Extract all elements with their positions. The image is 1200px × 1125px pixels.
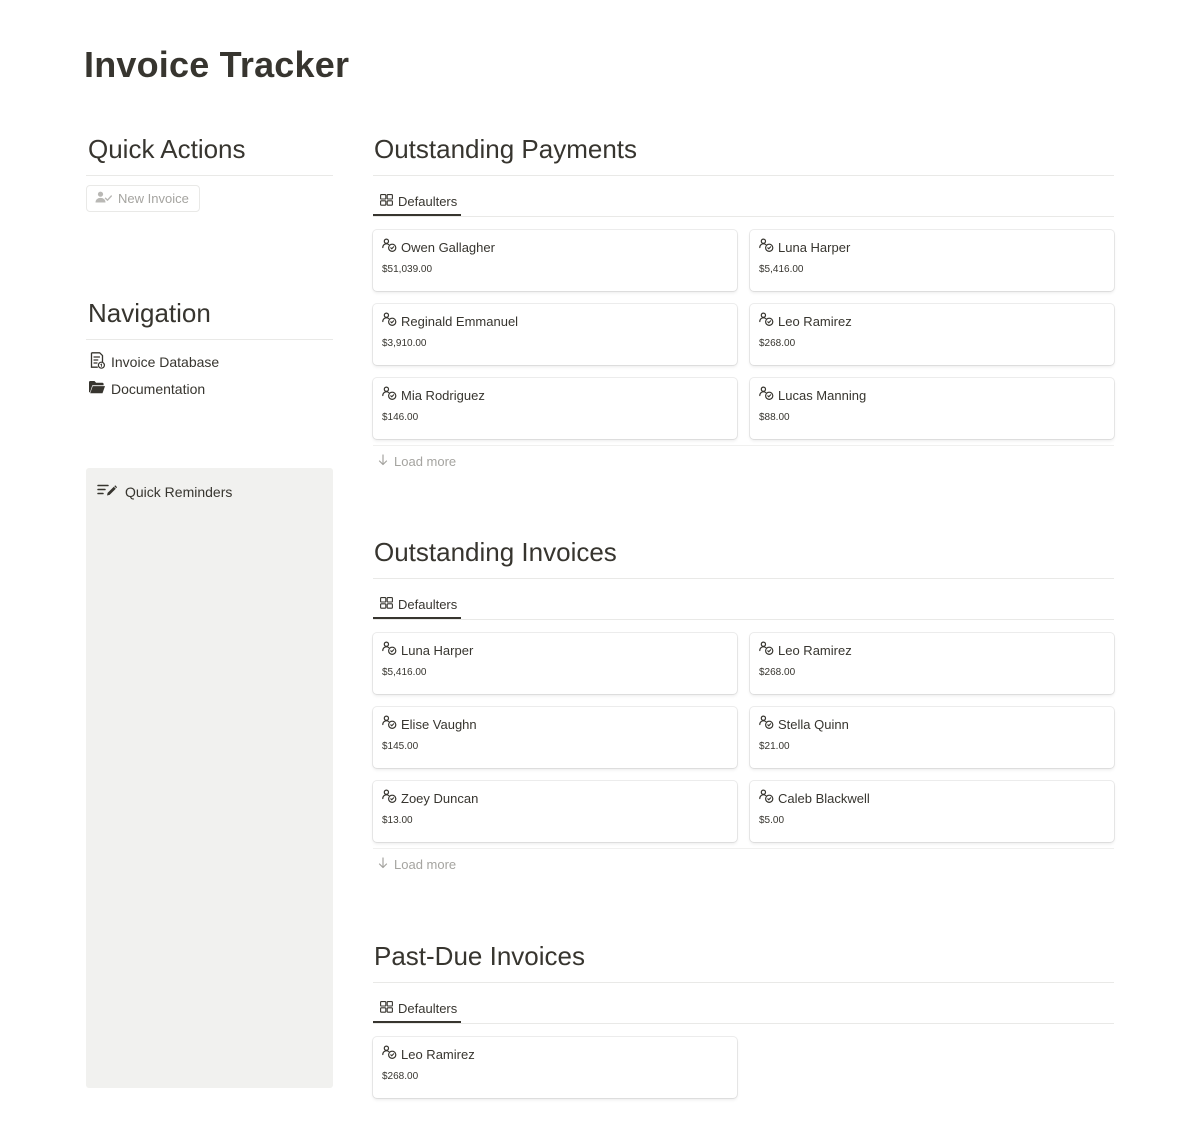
client-name: Leo Ramirez xyxy=(401,1046,475,1062)
amount-value: $5.00 xyxy=(759,815,785,826)
navigation-block: Navigation Invoice Database Documentatio… xyxy=(86,298,333,402)
client-name: Mia Rodriguez xyxy=(401,387,485,403)
client-name: Luna Harper xyxy=(778,239,851,255)
quick-actions-block: Quick Actions New Invoice xyxy=(86,134,333,212)
client-name: Lucas Manning xyxy=(778,387,867,403)
amount-value: $51,039.00 xyxy=(382,264,433,275)
client-card[interactable]: Reginald Emmanuel $3,910.00 xyxy=(373,304,737,365)
quick-reminders-callout: Quick Reminders xyxy=(86,468,333,1088)
client-card[interactable]: Zoey Duncan $13.00 xyxy=(373,781,737,842)
section-heading: Outstanding Payments xyxy=(373,134,1114,176)
tab-label: Defaulters xyxy=(398,596,458,612)
client-icon xyxy=(759,312,774,330)
client-name: Reginald Emmanuel xyxy=(401,313,519,329)
nav-item-label: Documentation xyxy=(111,380,206,397)
nav-item-documentation[interactable]: Documentation xyxy=(86,375,333,402)
navigation-list: Invoice Database Documentation xyxy=(86,348,333,402)
nav-item-label: Invoice Database xyxy=(111,353,220,370)
section-heading: Past-Due Invoices xyxy=(373,941,1114,983)
navigation-heading: Navigation xyxy=(86,298,333,340)
nav-item-invoice-database[interactable]: Invoice Database xyxy=(86,348,333,375)
amount-value: $3,910.00 xyxy=(382,338,427,349)
client-card[interactable]: Luna Harper $5,416.00 xyxy=(750,230,1114,291)
client-card[interactable]: Leo Ramirez $268.00 xyxy=(750,304,1114,365)
view-tabs: Defaulters xyxy=(373,983,1114,1024)
client-name: Zoey Duncan xyxy=(401,790,479,806)
new-invoice-label: New Invoice xyxy=(118,191,189,206)
page-title: Invoice Tracker xyxy=(84,44,350,85)
client-name: Leo Ramirez xyxy=(778,313,852,329)
client-name: Caleb Blackwell xyxy=(778,790,870,806)
person-check-icon xyxy=(95,191,112,206)
quick-reminders-header: Quick Reminders xyxy=(86,468,333,500)
tab-defaulters[interactable]: Defaulters xyxy=(373,995,461,1023)
load-more-button[interactable]: Load more xyxy=(373,445,1114,477)
client-icon xyxy=(759,641,774,659)
client-card[interactable]: Leo Ramirez $268.00 xyxy=(373,1037,737,1098)
client-name: Stella Quinn xyxy=(778,716,849,732)
quick-actions-heading: Quick Actions xyxy=(86,134,333,176)
load-more-button[interactable]: Load more xyxy=(373,848,1114,880)
amount-value: $145.00 xyxy=(382,741,419,752)
arrow-down-icon xyxy=(378,454,388,469)
amount-value: $268.00 xyxy=(759,667,796,678)
card-gallery: Luna Harper $5,416.00 Leo Ramirez $268.00 … xyxy=(373,633,1114,842)
client-icon xyxy=(382,715,397,733)
card-gallery: Owen Gallagher $51,039.00 Luna Harper $5,4… xyxy=(373,230,1114,439)
amount-value: $268.00 xyxy=(759,338,796,349)
client-icon xyxy=(759,715,774,733)
amount-value: $21.00 xyxy=(759,741,790,752)
client-icon xyxy=(759,386,774,404)
load-more-label: Load more xyxy=(394,857,457,872)
client-name: Elise Vaughn xyxy=(401,716,477,732)
outstanding-invoices-section: Outstanding Invoices Defaulters Luna Har… xyxy=(373,537,1114,880)
amount-value: $146.00 xyxy=(382,412,419,423)
amount-value: $88.00 xyxy=(759,412,790,423)
client-card[interactable]: Owen Gallagher $51,039.00 xyxy=(373,230,737,291)
left-column: Quick Actions New Invoice Navigation Inv… xyxy=(86,134,333,402)
client-card[interactable]: Elise Vaughn $145.00 xyxy=(373,707,737,768)
client-card[interactable]: Caleb Blackwell $5.00 xyxy=(750,781,1114,842)
client-icon xyxy=(382,789,397,807)
tab-defaulters[interactable]: Defaulters xyxy=(373,188,461,216)
gallery-grid-icon xyxy=(380,1000,393,1016)
quick-reminders-label: Quick Reminders xyxy=(125,483,233,500)
tab-defaulters[interactable]: Defaulters xyxy=(373,591,461,619)
new-invoice-button[interactable]: New Invoice xyxy=(86,185,200,212)
client-card[interactable]: Mia Rodriguez $146.00 xyxy=(373,378,737,439)
view-tabs: Defaulters xyxy=(373,176,1114,217)
tab-label: Defaulters xyxy=(398,193,458,209)
amount-value: $13.00 xyxy=(382,815,413,826)
load-more-label: Load more xyxy=(394,454,457,469)
client-name: Owen Gallagher xyxy=(401,239,495,255)
client-card[interactable]: Leo Ramirez $268.00 xyxy=(750,633,1114,694)
tab-label: Defaulters xyxy=(398,1000,458,1016)
gallery-grid-icon xyxy=(380,193,393,209)
card-gallery: Leo Ramirez $268.00 xyxy=(373,1037,1114,1098)
section-heading: Outstanding Invoices xyxy=(373,537,1114,579)
arrow-down-icon xyxy=(378,857,388,872)
amount-value: $5,416.00 xyxy=(382,667,427,678)
gallery-grid-icon xyxy=(380,596,393,612)
amount-value: $5,416.00 xyxy=(759,264,804,275)
client-icon xyxy=(382,641,397,659)
client-card[interactable]: Luna Harper $5,416.00 xyxy=(373,633,737,694)
view-tabs: Defaulters xyxy=(373,579,1114,620)
list-pencil-icon xyxy=(97,483,118,500)
client-name: Leo Ramirez xyxy=(778,642,852,658)
client-icon xyxy=(759,789,774,807)
client-card[interactable]: Stella Quinn $21.00 xyxy=(750,707,1114,768)
client-card[interactable]: Lucas Manning $88.00 xyxy=(750,378,1114,439)
client-icon xyxy=(382,238,397,256)
client-icon xyxy=(759,238,774,256)
folder-open-icon xyxy=(88,378,106,399)
client-name: Luna Harper xyxy=(401,642,474,658)
client-icon xyxy=(382,386,397,404)
invoice-icon xyxy=(88,351,106,372)
amount-value: $268.00 xyxy=(382,1071,419,1082)
client-icon xyxy=(382,1045,397,1063)
client-icon xyxy=(382,312,397,330)
past-due-invoices-section: Past-Due Invoices Defaulters Leo Ramirez… xyxy=(373,941,1114,1098)
outstanding-payments-section: Outstanding Payments Defaulters Owen Gal… xyxy=(373,134,1114,477)
